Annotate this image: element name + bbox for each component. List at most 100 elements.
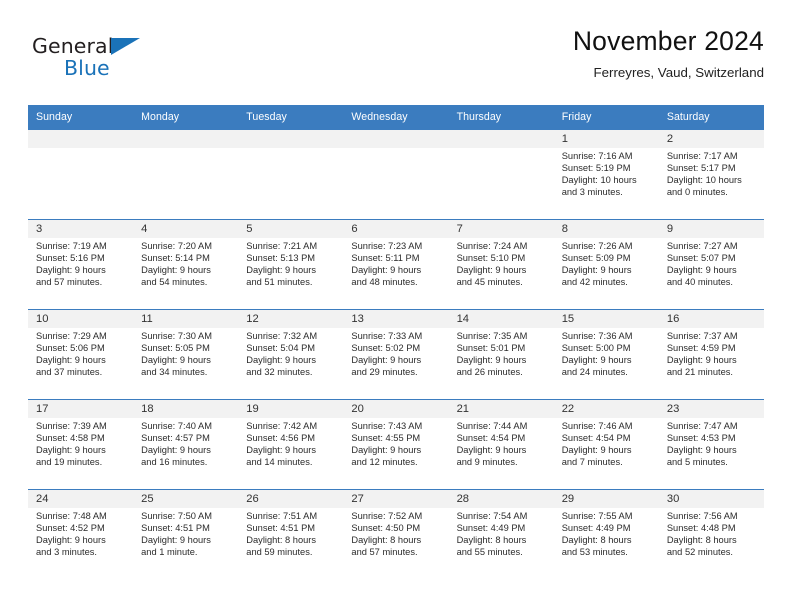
day-details: Sunrise: 7:20 AM Sunset: 5:14 PM Daylight:… [133, 238, 238, 289]
daylight-text-line1: Daylight: 9 hours [351, 354, 422, 365]
daylight-text-line2: and 21 minutes. [666, 366, 733, 377]
calendar-day-cell[interactable]: 2 Sunrise: 7:17 AM Sunset: 5:17 PM Daylight… [658, 130, 764, 220]
sunset-text: Sunset: 4:54 PM [561, 432, 631, 443]
day-number: 22 [553, 400, 659, 418]
calendar-day-cell[interactable]: 16 Sunrise: 7:37 AM Sunset: 4:59 PM Dayligh… [658, 309, 764, 400]
daylight-text-line2: and 14 minutes. [246, 456, 313, 467]
day-details: Sunrise: 7:51 AM Sunset: 4:51 PM Daylight:… [238, 508, 343, 559]
day-details: Sunrise: 7:52 AM Sunset: 4:50 PM Daylight:… [343, 508, 448, 559]
day-details: Sunrise: 7:55 AM Sunset: 4:49 PM Daylight:… [554, 508, 659, 559]
calendar-day-cell[interactable]: 19 Sunrise: 7:42 AM Sunset: 4:56 PM Dayligh… [238, 399, 344, 490]
day-cell-inner: 7 Sunrise: 7:24 AM Sunset: 5:10 PM Daylight… [448, 220, 554, 309]
calendar-week-row: 17 Sunrise: 7:39 AM Sunset: 4:58 PM Dayligh… [28, 399, 764, 490]
calendar-day-cell[interactable]: 24 Sunrise: 7:48 AM Sunset: 4:52 PM Dayligh… [28, 489, 134, 579]
calendar-day-cell[interactable]: 12 Sunrise: 7:32 AM Sunset: 5:04 PM Dayligh… [238, 309, 344, 400]
day-number: 13 [343, 310, 449, 328]
calendar-day-cell[interactable]: 30 Sunrise: 7:56 AM Sunset: 4:48 PM Dayligh… [658, 489, 764, 579]
calendar-day-cell[interactable]: 3 Sunrise: 7:19 AM Sunset: 5:16 PM Daylight… [28, 219, 134, 310]
daylight-text-line2: and 57 minutes. [351, 546, 418, 557]
calendar-day-cell[interactable]: 25 Sunrise: 7:50 AM Sunset: 4:51 PM Dayligh… [133, 489, 239, 579]
calendar-day-cell[interactable]: 8 Sunrise: 7:26 AM Sunset: 5:09 PM Daylight… [553, 219, 659, 310]
calendar-day-cell[interactable]: 29 Sunrise: 7:55 AM Sunset: 4:49 PM Dayligh… [553, 489, 659, 579]
day-cell-inner: 10 Sunrise: 7:29 AM Sunset: 5:06 PM Dayligh… [28, 310, 134, 399]
sunrise-text: Sunrise: 7:44 AM [456, 421, 528, 431]
day-cell-inner: 23 Sunrise: 7:47 AM Sunset: 4:53 PM Dayligh… [658, 400, 764, 489]
calendar-day-cell[interactable]: 27 Sunrise: 7:52 AM Sunset: 4:50 PM Dayligh… [343, 489, 449, 579]
day-number: 5 [238, 220, 344, 238]
day-number: 30 [658, 490, 764, 508]
calendar-day-cell[interactable]: 15 Sunrise: 7:36 AM Sunset: 5:00 PM Dayligh… [553, 309, 659, 400]
calendar-day-cell[interactable]: 26 Sunrise: 7:51 AM Sunset: 4:51 PM Dayligh… [238, 489, 344, 579]
calendar-day-cell[interactable]: 28 Sunrise: 7:54 AM Sunset: 4:49 PM Dayligh… [448, 489, 554, 579]
calendar-cell-empty [448, 130, 554, 220]
day-details: Sunrise: 7:24 AM Sunset: 5:10 PM Daylight:… [449, 238, 554, 289]
calendar-day-cell[interactable]: 5 Sunrise: 7:21 AM Sunset: 5:13 PM Daylight… [238, 219, 344, 310]
calendar-day-cell[interactable]: 4 Sunrise: 7:20 AM Sunset: 5:14 PM Daylight… [133, 219, 239, 310]
day-number: 18 [133, 400, 239, 418]
sunset-text: Sunset: 4:54 PM [456, 432, 526, 443]
day-cell-inner: 8 Sunrise: 7:26 AM Sunset: 5:09 PM Daylight… [553, 220, 659, 309]
calendar-day-cell[interactable]: 11 Sunrise: 7:30 AM Sunset: 5:05 PM Dayligh… [133, 309, 239, 400]
calendar-day-cell[interactable]: 13 Sunrise: 7:33 AM Sunset: 5:02 PM Dayligh… [343, 309, 449, 400]
day-details: Sunrise: 7:17 AM Sunset: 5:17 PM Daylight:… [659, 148, 764, 199]
sunset-text: Sunset: 5:05 PM [141, 342, 210, 353]
daylight-text-line1: Daylight: 8 hours [351, 534, 422, 545]
calendar-day-cell[interactable]: 7 Sunrise: 7:24 AM Sunset: 5:10 PM Daylight… [448, 219, 554, 310]
calendar-day-cell[interactable]: 23 Sunrise: 7:47 AM Sunset: 4:53 PM Dayligh… [658, 399, 764, 490]
day-cell-inner: 20 Sunrise: 7:43 AM Sunset: 4:55 PM Dayligh… [343, 400, 449, 489]
daylight-text-line1: Daylight: 9 hours [246, 444, 317, 455]
day-cell-inner [448, 130, 554, 219]
calendar-day-cell[interactable]: 10 Sunrise: 7:29 AM Sunset: 5:06 PM Dayligh… [28, 309, 134, 400]
sunrise-text: Sunrise: 7:36 AM [561, 331, 633, 341]
sunrise-text: Sunrise: 7:32 AM [246, 331, 318, 341]
day-cell-inner: 6 Sunrise: 7:23 AM Sunset: 5:11 PM Daylight… [343, 220, 449, 309]
day-details: Sunrise: 7:29 AM Sunset: 5:06 PM Daylight:… [28, 328, 133, 379]
sunset-text: Sunset: 4:55 PM [351, 432, 421, 443]
day-details: Sunrise: 7:43 AM Sunset: 4:55 PM Daylight:… [343, 418, 448, 469]
daylight-text-line2: and 0 minutes. [666, 186, 728, 197]
daylight-text-line1: Daylight: 9 hours [666, 264, 737, 275]
daylight-text-line2: and 5 minutes. [666, 456, 728, 467]
brand-logo[interactable]: General Blue [32, 34, 222, 90]
calendar-day-cell[interactable]: 20 Sunrise: 7:43 AM Sunset: 4:55 PM Dayligh… [343, 399, 449, 490]
day-number: 1 [553, 130, 659, 148]
daylight-text-line1: Daylight: 9 hours [141, 534, 211, 545]
calendar-day-cell[interactable]: 22 Sunrise: 7:46 AM Sunset: 4:54 PM Dayligh… [553, 399, 659, 490]
day-cell-inner: 16 Sunrise: 7:37 AM Sunset: 4:59 PM Dayligh… [658, 310, 764, 399]
page-subtitle: Ferreyres, Vaud, Switzerland [593, 64, 764, 80]
title-block: November 2024 Ferreyres, Vaud, Switzerla… [572, 26, 764, 80]
daylight-text-line1: Daylight: 8 hours [246, 534, 317, 545]
day-cell-inner [343, 130, 449, 219]
daylight-text-line2: and 9 minutes. [456, 456, 518, 467]
brand-name-primary: General [32, 34, 114, 58]
daylight-text-line2: and 59 minutes. [246, 546, 313, 557]
sunset-text: Sunset: 4:52 PM [36, 522, 105, 533]
sunset-text: Sunset: 4:58 PM [36, 432, 105, 443]
day-cell-inner: 28 Sunrise: 7:54 AM Sunset: 4:49 PM Dayligh… [448, 490, 554, 579]
day-number: 23 [658, 400, 764, 418]
daylight-text-line2: and 32 minutes. [246, 366, 313, 377]
day-number: 6 [343, 220, 449, 238]
daylight-text-line1: Daylight: 9 hours [141, 264, 211, 275]
sunset-text: Sunset: 5:02 PM [351, 342, 421, 353]
day-cell-inner: 2 Sunrise: 7:17 AM Sunset: 5:17 PM Daylight… [658, 130, 764, 219]
calendar-day-cell[interactable]: 6 Sunrise: 7:23 AM Sunset: 5:11 PM Daylight… [343, 219, 449, 310]
calendar-day-cell[interactable]: 14 Sunrise: 7:35 AM Sunset: 5:01 PM Dayligh… [448, 309, 554, 400]
day-cell-inner: 1 Sunrise: 7:16 AM Sunset: 5:19 PM Daylight… [553, 130, 659, 219]
sunrise-text: Sunrise: 7:29 AM [36, 331, 107, 341]
calendar-day-cell[interactable]: 9 Sunrise: 7:27 AM Sunset: 5:07 PM Daylight… [658, 219, 764, 310]
page-title: November 2024 [572, 26, 764, 56]
calendar-day-cell[interactable]: 17 Sunrise: 7:39 AM Sunset: 4:58 PM Dayligh… [28, 399, 134, 490]
calendar-day-cell[interactable]: 1 Sunrise: 7:16 AM Sunset: 5:19 PM Daylight… [553, 130, 659, 220]
day-number: 9 [658, 220, 764, 238]
weekday-header-thursday: Thursday [448, 105, 554, 130]
sunset-text: Sunset: 4:53 PM [666, 432, 736, 443]
daylight-text-line2: and 52 minutes. [666, 546, 733, 557]
day-cell-inner: 25 Sunrise: 7:50 AM Sunset: 4:51 PM Dayligh… [133, 490, 239, 579]
calendar-table: Sunday Monday Tuesday Wednesday Thursday… [28, 105, 764, 579]
calendar-day-cell[interactable]: 21 Sunrise: 7:44 AM Sunset: 4:54 PM Dayligh… [448, 399, 554, 490]
calendar-day-cell[interactable]: 18 Sunrise: 7:40 AM Sunset: 4:57 PM Dayligh… [133, 399, 239, 490]
sunset-text: Sunset: 5:14 PM [141, 252, 210, 263]
sunset-text: Sunset: 4:57 PM [141, 432, 210, 443]
day-cell-inner: 9 Sunrise: 7:27 AM Sunset: 5:07 PM Daylight… [658, 220, 764, 309]
